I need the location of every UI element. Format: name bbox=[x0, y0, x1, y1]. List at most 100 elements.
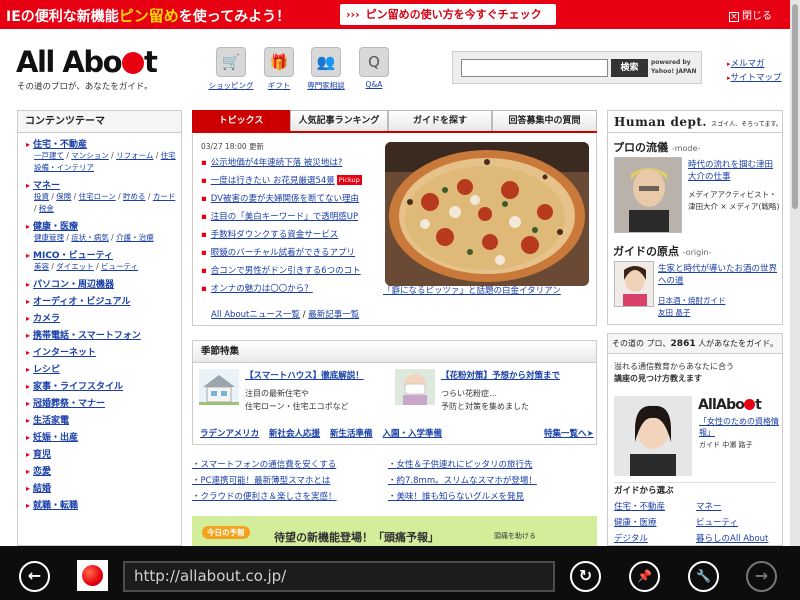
guide-cat-link[interactable]: 健康・医療 bbox=[614, 516, 657, 528]
sidebar-subcategory[interactable]: 症状・病気 bbox=[71, 233, 109, 242]
search-input[interactable] bbox=[461, 59, 608, 77]
season-link-latin-america[interactable]: ラデンアメリカ bbox=[200, 429, 259, 439]
gift-link[interactable]: 🎁 ギフト bbox=[254, 47, 304, 91]
topic-link[interactable]: 一度は行きたい お花見厳選54景 bbox=[211, 176, 335, 186]
sidebar-category[interactable]: 健康・医療 bbox=[26, 219, 177, 232]
sitemap-link[interactable]: サイトマップ bbox=[731, 73, 782, 83]
sidebar-category[interactable]: インターネット bbox=[26, 345, 177, 358]
sidebar-subcategory[interactable]: 健康管理 bbox=[34, 233, 64, 242]
sidebar-category[interactable]: 育児 bbox=[26, 447, 177, 460]
guide-photo[interactable] bbox=[614, 396, 692, 476]
sidebar-category[interactable]: 家事・ライフスタイル bbox=[26, 379, 177, 392]
topic-link[interactable]: 合コンで男性がドン引きする6つのコト bbox=[211, 266, 361, 276]
sidebar-category[interactable]: パソコン・周辺機器 bbox=[26, 277, 177, 290]
tab-find-guide[interactable]: ガイドを探す bbox=[388, 110, 492, 131]
sidebar-category[interactable]: レシピ bbox=[26, 362, 177, 375]
guide-cat-link[interactable]: デジタル bbox=[614, 532, 648, 544]
tab-ranking[interactable]: 人気記事ランキング bbox=[290, 110, 388, 131]
pollen-link[interactable]: 【花粉対策】予想から対策まで bbox=[441, 369, 560, 381]
bottom-link[interactable]: 約7.8mm。スリムなスマホが登場！ bbox=[388, 474, 537, 486]
guide-cat-link[interactable]: 暮らしのAll About bbox=[696, 532, 768, 544]
guide-cat-link[interactable]: マネー bbox=[696, 500, 722, 512]
bottom-link[interactable]: 美味！誰も知らないグルメを発見 bbox=[388, 490, 525, 502]
promo-howto-button[interactable]: ››› ピン留めの使い方を今すぐチェック bbox=[340, 4, 556, 25]
tab-topics[interactable]: トピックス bbox=[192, 110, 290, 131]
sidebar-category[interactable]: 生活家電 bbox=[26, 413, 177, 426]
back-button[interactable]: ← bbox=[19, 561, 50, 592]
sidebar-subcategory[interactable]: 投資 bbox=[34, 192, 49, 201]
tomoda-photo[interactable] bbox=[614, 261, 654, 307]
headache-forecast-banner[interactable]: 今日の予報 待望の新機能登場！「頭痛予報」 頭痛を助ける bbox=[192, 516, 597, 546]
tab-open-questions[interactable]: 回答募集中の質問 bbox=[492, 110, 597, 131]
topic-link[interactable]: オンナの魅力は〇〇から？ bbox=[211, 284, 313, 294]
guide-article-link[interactable]: 「女性のための資格情報」 bbox=[699, 416, 782, 438]
search-button[interactable]: 検索 bbox=[611, 59, 648, 77]
guide-cat-link[interactable]: ビューティ bbox=[696, 516, 738, 528]
site-logo[interactable]: All Abo t bbox=[16, 45, 158, 79]
bottom-link[interactable]: クラウドの便利さ＆楽しさを実感！ bbox=[192, 490, 337, 502]
sake-guide-link[interactable]: 日本酒・焼酎ガイド bbox=[658, 296, 726, 305]
bottom-link[interactable]: スマートフォンの通信費を安くする bbox=[192, 458, 337, 470]
sidebar-subcategory[interactable]: 税金 bbox=[39, 204, 54, 213]
topic-link[interactable]: 眼鏡のバーチャル試着ができるアプリ bbox=[211, 248, 355, 258]
pollen-thumbnail[interactable] bbox=[395, 369, 435, 405]
sidebar-subcategory[interactable]: 介護・治療 bbox=[116, 233, 154, 242]
tsuda-article-link[interactable]: 時代の流れを掴む津田大介の仕事 bbox=[688, 159, 778, 183]
bottom-link[interactable]: 女性＆子供連れにピッタリの旅行先 bbox=[388, 458, 533, 470]
expert-consult-link[interactable]: 👥 専門家相談 bbox=[301, 47, 351, 91]
sidebar-subcategory[interactable]: 保険 bbox=[56, 192, 71, 201]
sidebar-subcategory[interactable]: 貯める bbox=[123, 192, 146, 201]
sidebar-subcategory[interactable]: 住宅ローン bbox=[79, 192, 116, 201]
address-bar[interactable]: http://allabout.co.jp/ bbox=[123, 561, 555, 592]
topic-link[interactable]: 手数料ダウンクする資金サービス bbox=[211, 230, 339, 240]
sidebar-category[interactable]: 住宅・不動産 bbox=[26, 137, 177, 150]
pin-button[interactable]: 📌 bbox=[629, 561, 660, 592]
sidebar-subcategory[interactable]: 一戸建て bbox=[34, 151, 64, 160]
topic-link[interactable]: 注目の「美白キーワード」で透明感UP bbox=[211, 212, 358, 222]
tomoda-article-link[interactable]: 生家と時代が導いたお酒の世界への道 bbox=[658, 263, 778, 287]
sidebar-category[interactable]: 恋愛 bbox=[26, 464, 177, 477]
shopping-link[interactable]: 🛒 ショッピング bbox=[206, 47, 256, 91]
sidebar-subcategory[interactable]: 美容 bbox=[34, 262, 49, 271]
sidebar-category[interactable]: 携帯電話・スマートフォン bbox=[26, 328, 177, 341]
logo-dot bbox=[122, 52, 145, 74]
house-thumbnail[interactable] bbox=[199, 369, 239, 405]
sidebar-subcategory[interactable]: リフォーム bbox=[116, 151, 153, 160]
sidebar-category[interactable]: カメラ bbox=[26, 311, 177, 324]
season-link-new-life[interactable]: 新生活準備 bbox=[330, 429, 373, 439]
sidebar-subcategory[interactable]: カード bbox=[153, 192, 176, 201]
tools-button[interactable]: 🔧 bbox=[688, 561, 719, 592]
latest-articles-link[interactable]: 最新記事一覧 bbox=[308, 310, 359, 320]
tomoda-name-link[interactable]: 友田 晶子 bbox=[658, 308, 690, 317]
all-features-link[interactable]: 特集一覧へ➤ bbox=[544, 427, 594, 439]
news-list-link[interactable]: All Aboutニュース一覧 bbox=[211, 310, 300, 320]
sidebar-category[interactable]: 結婚 bbox=[26, 481, 177, 494]
smarthouse-link[interactable]: 【スマートハウス】徹底解説！ bbox=[245, 369, 364, 381]
forward-button[interactable]: → bbox=[746, 561, 777, 592]
season-link-enrollment[interactable]: 入園・入学準備 bbox=[383, 429, 443, 439]
sidebar-category[interactable]: 妊娠・出産 bbox=[26, 430, 177, 443]
topic-link[interactable]: DV被害の妻が夫婦関係を断てない理由 bbox=[211, 194, 359, 204]
sidebar-category[interactable]: マネー bbox=[26, 178, 177, 191]
vertical-scrollbar[interactable] bbox=[790, 0, 800, 546]
guide-cat-link[interactable]: 住宅・不動産 bbox=[614, 500, 665, 512]
pizza-photo[interactable] bbox=[385, 142, 589, 286]
promo-close-button[interactable]: × 閉じる bbox=[729, 7, 772, 22]
pizza-caption-link[interactable]: 「癖になるピッツァ」と話題の白金イタリアン bbox=[383, 284, 561, 296]
sidebar-category[interactable]: 就職・転職 bbox=[26, 498, 177, 511]
sidebar-category[interactable]: 冠婚葬祭・マナー bbox=[26, 396, 177, 409]
scrollbar-thumb[interactable] bbox=[792, 4, 798, 209]
sidebar-category[interactable]: MICO・ビューティ bbox=[26, 248, 177, 261]
mailmag-link[interactable]: メルマガ bbox=[731, 59, 765, 69]
qa-link[interactable]: Q Q&A bbox=[349, 47, 399, 89]
site-favicon[interactable] bbox=[77, 560, 108, 591]
sidebar-subcategory[interactable]: マンション bbox=[71, 151, 109, 160]
refresh-button[interactable]: ↻ bbox=[570, 561, 601, 592]
bottom-link[interactable]: PC連携可能！最新薄型スマホとは bbox=[192, 474, 331, 486]
sidebar-subcategory[interactable]: ダイエット bbox=[56, 262, 93, 271]
sidebar-category[interactable]: オーディオ・ビジュアル bbox=[26, 294, 177, 307]
season-link-new-employee[interactable]: 新社会人応援 bbox=[269, 429, 320, 439]
sidebar-subcategory[interactable]: ビューティ bbox=[101, 262, 138, 271]
tsuda-photo[interactable] bbox=[614, 157, 682, 233]
topic-link[interactable]: 公示地価が4年連続下落 被災地は? bbox=[211, 158, 343, 168]
